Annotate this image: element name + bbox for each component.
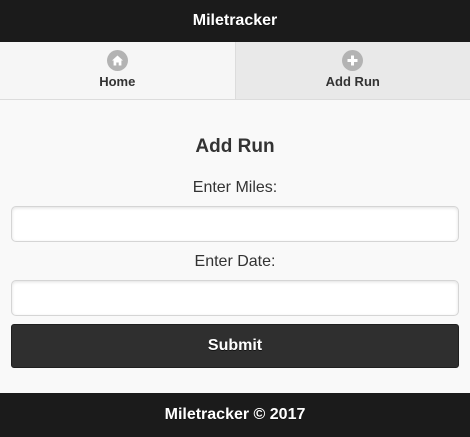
miles-label: Enter Miles: (192, 179, 278, 196)
nav-item-home[interactable]: Home (0, 42, 236, 99)
app-header: Miletracker (0, 0, 470, 42)
plus-icon (342, 50, 364, 71)
nav-item-home-label: Home (99, 74, 136, 89)
miles-input[interactable] (11, 206, 459, 242)
date-input[interactable] (11, 280, 459, 316)
home-icon (106, 50, 128, 71)
date-label: Enter Date: (194, 253, 276, 270)
navbar: Home Add Run (0, 42, 470, 100)
nav-item-add-run-label: Add Run (325, 74, 380, 89)
submit-button[interactable]: Submit (11, 324, 459, 368)
footer-text: Miletracker © 2017 (164, 406, 306, 423)
nav-item-add-run[interactable]: Add Run (235, 42, 470, 99)
app-footer: Miletracker © 2017 (0, 393, 470, 437)
app-title: Miletracker (192, 12, 278, 29)
add-run-form: Add Run Enter Miles: Enter Date: Submit (0, 100, 470, 393)
page-title: Add Run (195, 136, 275, 157)
